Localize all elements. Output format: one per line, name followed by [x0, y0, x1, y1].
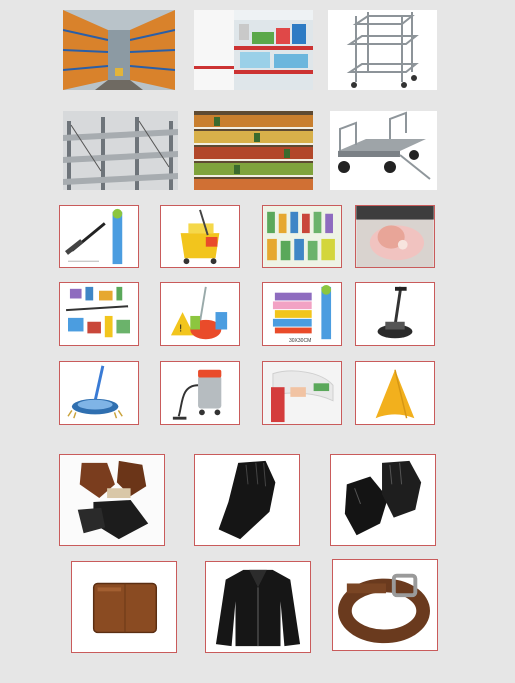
tile-microfiber-cloths[interactable]: 30X30CM [262, 282, 342, 346]
cloth-size-label: 30X30CM [289, 338, 312, 344]
leather-wallet-icon [72, 562, 176, 652]
tile-steel-shelving[interactable] [63, 111, 178, 190]
tile-platform-cart[interactable] [330, 111, 437, 190]
tile-leather-belt[interactable] [332, 559, 438, 651]
microfiber-cloths-icon [263, 283, 341, 345]
tile-tactical-gloves[interactable] [330, 454, 436, 546]
tile-warehouse-racks[interactable] [63, 10, 175, 90]
tile-supermarket-aisle[interactable] [194, 111, 313, 190]
steel-shelving-icon [63, 111, 178, 190]
tactical-gloves-icon [331, 455, 435, 545]
tile-floor-polisher[interactable] [355, 282, 435, 346]
store-shelf-icon [194, 10, 313, 90]
tile-black-leather-glove[interactable] [194, 454, 300, 546]
tile-hand-push-sweeper[interactable] [59, 361, 139, 425]
window-squeegee-icon [60, 206, 138, 267]
shelf-trolley-icon [328, 10, 437, 90]
tile-cleaning-cloth-hand[interactable] [262, 361, 342, 425]
tile-mop-bucket[interactable] [160, 205, 240, 268]
tile-housekeeping-kit[interactable]: ! [160, 282, 240, 346]
tile-dishwashing-glove[interactable] [355, 205, 435, 268]
tile-leather-wallet[interactable] [71, 561, 177, 653]
tile-cleaning-supplies-set[interactable] [59, 282, 139, 346]
warehouse-racks-icon [63, 10, 175, 90]
tile-window-squeegee[interactable] [59, 205, 139, 268]
cleaning-tools-chart-icon [263, 206, 341, 267]
tile-cleaning-tools-chart[interactable] [262, 205, 342, 268]
yellow-duster-icon [356, 362, 434, 424]
tile-leather-jacket[interactable] [205, 561, 311, 653]
tile-store-shelf[interactable] [194, 10, 313, 90]
leather-jacket-icon [206, 562, 310, 652]
tile-leather-gloves-collection[interactable] [59, 454, 165, 546]
wet-dry-vacuum-icon [161, 362, 239, 424]
platform-cart-icon [330, 111, 437, 190]
mop-bucket-icon [161, 206, 239, 267]
tile-shelf-trolley[interactable] [328, 10, 437, 90]
leather-belt-icon [333, 560, 437, 650]
tile-yellow-duster[interactable] [355, 361, 435, 425]
tile-wet-dry-vacuum[interactable] [160, 361, 240, 425]
svg-text:!: ! [179, 323, 183, 334]
dishwashing-glove-icon [356, 206, 434, 267]
floor-polisher-icon [356, 283, 434, 345]
black-leather-glove-icon [195, 455, 299, 545]
leather-gloves-collection-icon [60, 455, 164, 545]
supermarket-aisle-icon [194, 111, 313, 190]
housekeeping-kit-icon: ! [161, 283, 239, 345]
cleaning-cloth-hand-icon [263, 362, 341, 424]
hand-push-sweeper-icon [60, 362, 138, 424]
cleaning-supplies-set-icon [60, 283, 138, 345]
